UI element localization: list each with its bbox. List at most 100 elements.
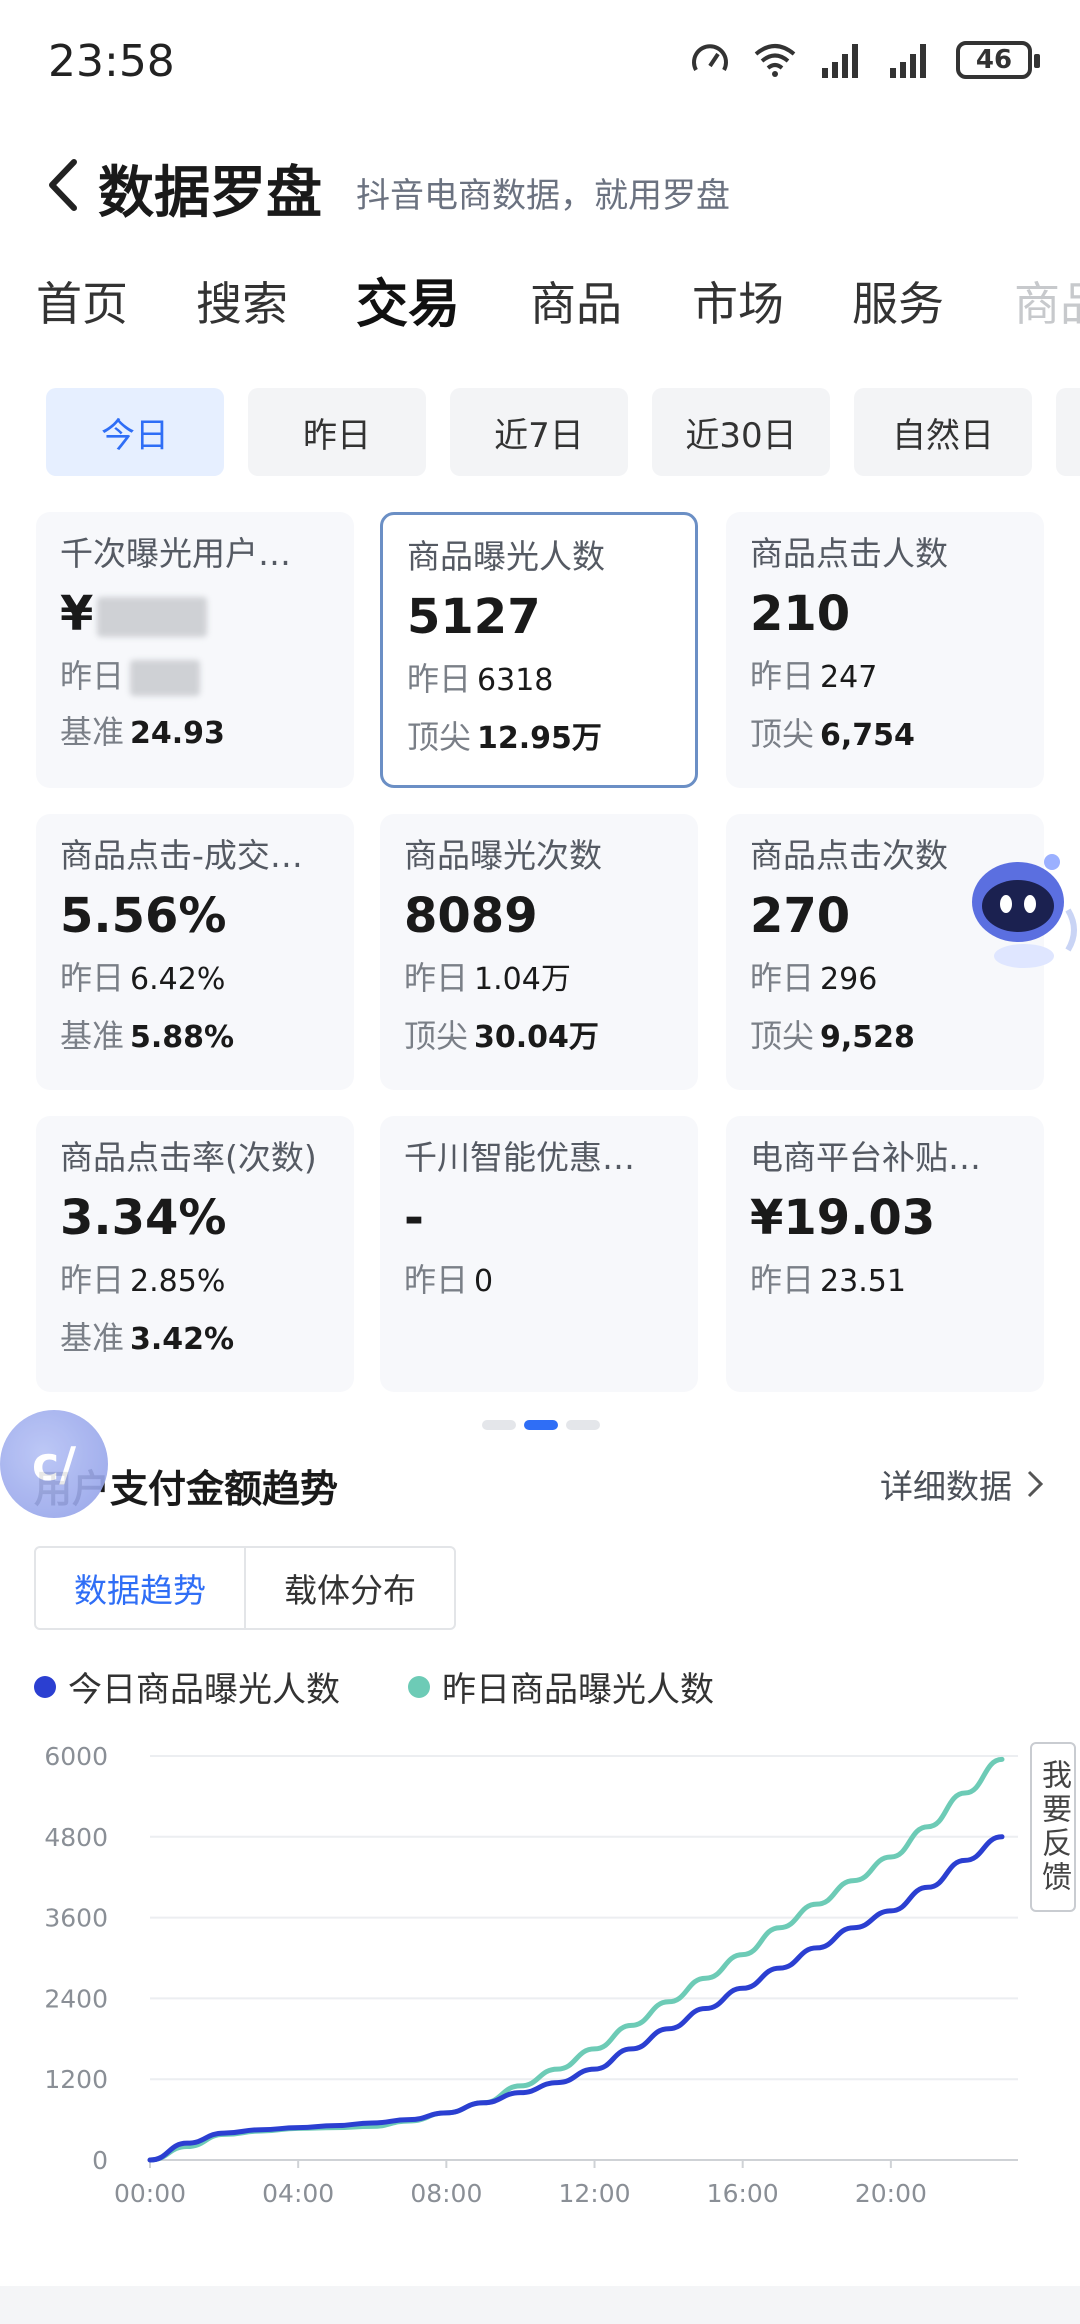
chart-legend: 今日商品曝光人数 昨日商品曝光人数 (34, 1662, 714, 1711)
blurred-value (97, 597, 208, 637)
chip-more[interactable] (1056, 388, 1080, 476)
card-title: 商品曝光人数 (407, 537, 605, 576)
x-tick-label: 20:00 (855, 2179, 927, 2208)
card-value: ¥ (60, 580, 330, 648)
y-tick-label: 3600 (44, 1904, 108, 1933)
card-title: 千次曝光用户… (60, 534, 291, 573)
speed-icon (692, 44, 728, 71)
legend-dot-today (34, 1675, 56, 1698)
card-title: 商品点击人数 (750, 534, 948, 573)
card-yesterday-row: 昨日 1.04万 (404, 959, 571, 997)
card-top-row: 顶尖 6,754 (750, 715, 915, 753)
card-value: 8089 (404, 888, 538, 944)
detail-data-link[interactable]: 详细数据 (880, 1460, 1044, 1508)
tab-product[interactable]: 商品 (530, 268, 622, 334)
date-range-chips: 今日 昨日 近7日 近30日 自然日 (0, 388, 1080, 478)
floating-assistant-icon[interactable]: c/ (0, 1410, 108, 1518)
card-pager (482, 1420, 600, 1430)
detail-data-label: 详细数据 (880, 1467, 1012, 1506)
card-value: 5.56% (60, 888, 227, 944)
chart-mode-switch: 数据趋势 载体分布 (34, 1546, 456, 1630)
card-top-row: 顶尖 12.95万 (407, 718, 602, 756)
metric-card-click-conversion[interactable]: 商品点击-成交… 5.56% 昨日 6.42% 基准 5.88% (36, 814, 354, 1090)
pager-dot-active[interactable] (524, 1420, 558, 1430)
card-benchmark-row: 基准 3.42% (60, 1319, 235, 1357)
tab-more[interactable]: 商品 (1014, 268, 1080, 334)
status-time: 23:58 (48, 36, 175, 87)
card-yesterday-row: 昨日 23.51 (750, 1261, 906, 1299)
signal-icon (822, 44, 858, 78)
chip-yesterday[interactable]: 昨日 (248, 388, 426, 476)
card-value: 210 (750, 586, 851, 642)
card-yesterday-row: 昨日 0 (404, 1261, 494, 1299)
assistant-robot-icon[interactable] (968, 840, 1080, 970)
card-title: 商品点击率(次数) (60, 1138, 317, 1177)
card-title: 商品点击-成交… (60, 836, 303, 875)
metric-card-click-rate[interactable]: 商品点击率(次数) 3.34% 昨日 2.85% 基准 3.42% (36, 1116, 354, 1392)
feedback-button[interactable]: 我要反馈 (1030, 1742, 1076, 1912)
y-tick-label: 6000 (44, 1742, 108, 1771)
tab-service[interactable]: 服务 (852, 268, 944, 334)
card-title: 商品曝光次数 (404, 836, 602, 875)
card-yesterday-row: 昨日 2.85% (60, 1261, 226, 1299)
series-line-yesterday (147, 1756, 1005, 2163)
metric-card-exposure-users[interactable]: 商品曝光人数 5127 昨日 6318 顶尖 12.95万 (380, 512, 698, 788)
card-value: - (404, 1190, 424, 1246)
card-benchmark-row: 基准 24.93 (60, 713, 225, 751)
x-tick-label: 16:00 (707, 2179, 779, 2208)
page-title: 数据罗盘 (98, 161, 322, 226)
card-benchmark-row: 基准 5.88% (60, 1017, 235, 1055)
metric-card-click-users[interactable]: 商品点击人数 210 昨日 247 顶尖 6,754 (726, 512, 1044, 788)
battery-icon: 46 (956, 41, 1040, 79)
card-title: 电商平台补贴… (750, 1138, 981, 1177)
x-tick-label: 12:00 (558, 2179, 630, 2208)
legend-yesterday[interactable]: 昨日商品曝光人数 (408, 1662, 714, 1711)
legend-label-yesterday: 昨日商品曝光人数 (442, 1670, 714, 1710)
card-value: 5127 (407, 589, 541, 645)
signal-icon-2 (890, 44, 926, 78)
header: 数据罗盘 抖音电商数据，就用罗盘 (0, 130, 1080, 240)
card-top-row: 顶尖 9,528 (750, 1017, 915, 1055)
metric-card-qianchuan-discount[interactable]: 千川智能优惠… - 昨日 0 (380, 1116, 698, 1392)
pager-dot[interactable] (566, 1420, 600, 1430)
tab-bar: 首页 搜索 交易 商品 市场 服务 商品 (0, 260, 1080, 350)
seg-data-trend[interactable]: 数据趋势 (36, 1548, 246, 1628)
card-value: ¥19.03 (750, 1190, 936, 1246)
metric-card-platform-subsidy[interactable]: 电商平台补贴… ¥19.03 昨日 23.51 (726, 1116, 1044, 1392)
pager-dot[interactable] (482, 1420, 516, 1430)
legend-dot-yesterday (408, 1675, 430, 1698)
card-title: 千川智能优惠… (404, 1138, 635, 1177)
legend-today[interactable]: 今日商品曝光人数 (34, 1662, 340, 1711)
card-yesterday-row: 昨日 247 (750, 657, 878, 695)
metric-card-cpm-user[interactable]: 千次曝光用户… ¥ 昨日 基准 24.93 (36, 512, 354, 788)
x-tick-label: 00:00 (114, 2179, 186, 2208)
tab-market[interactable]: 市场 (692, 268, 784, 334)
card-yesterday-row: 昨日 (60, 648, 330, 704)
chip-7days[interactable]: 近7日 (450, 388, 628, 476)
bottom-bar (0, 2286, 1080, 2324)
card-yesterday-row: 昨日 6318 (407, 660, 554, 698)
chip-natural-day[interactable]: 自然日 (854, 388, 1032, 476)
tab-trade[interactable]: 交易 (356, 262, 460, 337)
tab-home[interactable]: 首页 (36, 268, 128, 334)
chip-30days[interactable]: 近30日 (652, 388, 830, 476)
metric-card-exposure-count[interactable]: 商品曝光次数 8089 昨日 1.04万 顶尖 30.04万 (380, 814, 698, 1090)
blurred-value (130, 660, 201, 696)
back-icon[interactable] (36, 150, 96, 220)
y-tick-label: 1200 (44, 2065, 108, 2094)
legend-label-today: 今日商品曝光人数 (68, 1670, 340, 1710)
page-subtitle: 抖音电商数据，就用罗盘 (356, 176, 730, 216)
x-tick-label: 04:00 (262, 2179, 334, 2208)
wifi-icon (754, 44, 796, 77)
card-yesterday-row: 昨日 6.42% (60, 959, 226, 997)
tab-search[interactable]: 搜索 (196, 268, 288, 334)
feedback-label: 我要反馈 (1036, 1759, 1071, 1895)
seg-carrier-distribution[interactable]: 载体分布 (246, 1548, 454, 1628)
chip-today[interactable]: 今日 (46, 388, 224, 476)
card-value: 3.34% (60, 1190, 227, 1246)
card-top-row: 顶尖 30.04万 (404, 1017, 599, 1055)
x-tick-label: 08:00 (410, 2179, 482, 2208)
y-tick-label: 4800 (44, 1823, 108, 1852)
y-tick-label: 0 (92, 2146, 108, 2175)
status-bar: 23:58 46 (0, 0, 1080, 130)
